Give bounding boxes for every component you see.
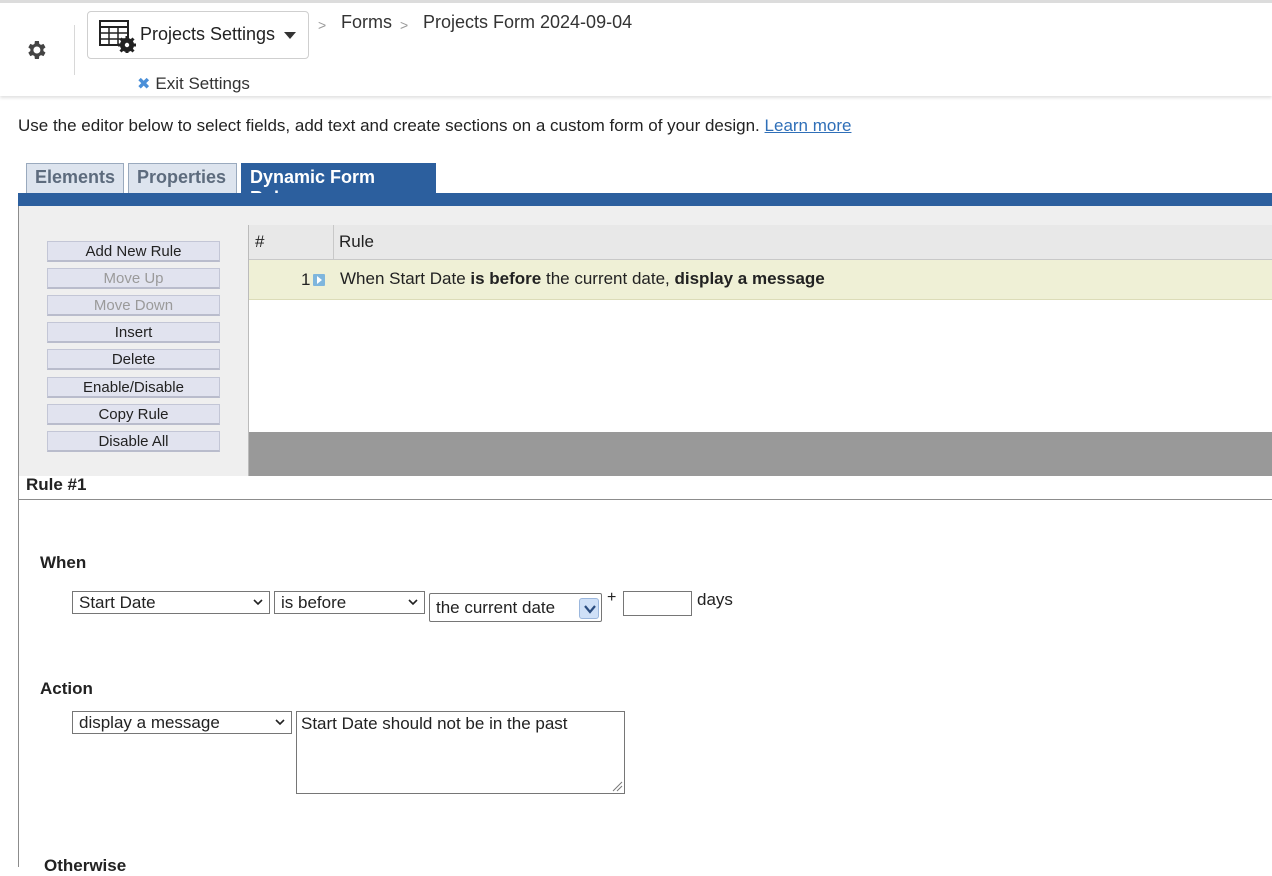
plus-sign: +: [607, 589, 617, 606]
delete-button[interactable]: Delete: [47, 349, 220, 370]
add-new-rule-button[interactable]: Add New Rule: [47, 241, 220, 262]
tab-dynamic-form-rules[interactable]: Dynamic Form Rules: [241, 163, 436, 208]
when-label: When: [40, 553, 87, 572]
expand-arrow-icon[interactable]: [313, 274, 325, 286]
move-down-button[interactable]: Move Down: [47, 295, 220, 316]
rule-summary-part: the current date,: [541, 269, 675, 288]
table-row[interactable]: 1 When Start Date is before the current …: [249, 260, 1272, 300]
action-select-value: display a message: [79, 713, 220, 732]
action-label: Action: [40, 679, 93, 698]
tab-bar-underline: [18, 193, 1272, 206]
move-up-button[interactable]: Move Up: [47, 268, 220, 289]
chevron-down-icon: [253, 599, 263, 606]
breadcrumb-forms[interactable]: Forms: [341, 12, 392, 33]
breadcrumb-current: Projects Form 2024-09-04: [423, 12, 633, 32]
rule-summary-action: display a message: [674, 269, 825, 288]
message-textarea[interactable]: Start Date should not be in the past: [296, 711, 625, 794]
chevron-down-icon: [275, 719, 285, 726]
otherwise-label: Otherwise: [44, 856, 127, 875]
header-divider: [74, 25, 75, 75]
rule-number: 1: [301, 270, 311, 289]
breadcrumb-chevron-icon: >: [318, 17, 327, 33]
rule-summary-part: When Start Date: [340, 269, 471, 288]
chevron-down-icon: [584, 605, 596, 614]
dropdown-button[interactable]: [579, 598, 599, 619]
tab-elements[interactable]: Elements: [26, 163, 124, 193]
resize-handle-icon[interactable]: [611, 780, 623, 792]
learn-more-link[interactable]: Learn more: [765, 116, 852, 135]
breadcrumb-chevron-icon: >: [400, 17, 409, 33]
operator-select[interactable]: is before: [274, 591, 425, 614]
rules-table: # Rule 1 When Start Date is before the c…: [248, 225, 1272, 476]
close-icon: ✖: [137, 76, 151, 93]
rule-summary-operator: is before: [470, 269, 542, 288]
top-bar: Projects Settings > Forms > Projects For…: [0, 0, 1272, 96]
days-label: days: [697, 590, 733, 609]
chevron-down-icon: [284, 32, 296, 39]
rule-summary: When Start Date is before the current da…: [340, 269, 825, 289]
date-reference-select[interactable]: the current date: [429, 593, 602, 622]
column-header-rule: Rule: [339, 232, 374, 251]
rule-divider: [19, 499, 1272, 500]
field-select[interactable]: Start Date: [72, 591, 270, 614]
intro-text: Use the editor below to select fields, a…: [18, 116, 851, 136]
tab-properties[interactable]: Properties: [128, 163, 237, 193]
enable-disable-button[interactable]: Enable/Disable: [47, 377, 220, 398]
exit-settings-label: Exit Settings: [155, 74, 250, 93]
operator-select-value: is before: [281, 593, 347, 612]
field-select-value: Start Date: [79, 593, 156, 612]
rules-table-header: # Rule: [249, 225, 1272, 260]
days-offset-input[interactable]: [623, 591, 692, 616]
chevron-down-icon: [408, 599, 418, 606]
disable-all-button[interactable]: Disable All: [47, 431, 220, 452]
column-divider: [333, 225, 334, 260]
gear-icon[interactable]: [24, 38, 48, 62]
projects-settings-label: Projects Settings: [140, 24, 276, 44]
action-select[interactable]: display a message: [72, 711, 292, 734]
intro-description: Use the editor below to select fields, a…: [18, 116, 760, 135]
copy-rule-button[interactable]: Copy Rule: [47, 404, 220, 425]
rule-title: Rule #1: [26, 475, 87, 494]
rules-table-footer: [249, 432, 1272, 476]
exit-settings-link[interactable]: ✖ Exit Settings: [137, 74, 250, 94]
table-settings-icon: [99, 20, 136, 53]
date-reference-value: the current date: [436, 598, 556, 617]
projects-settings-button[interactable]: Projects Settings: [87, 11, 309, 59]
insert-button[interactable]: Insert: [47, 322, 220, 343]
column-header-number: #: [255, 232, 265, 251]
